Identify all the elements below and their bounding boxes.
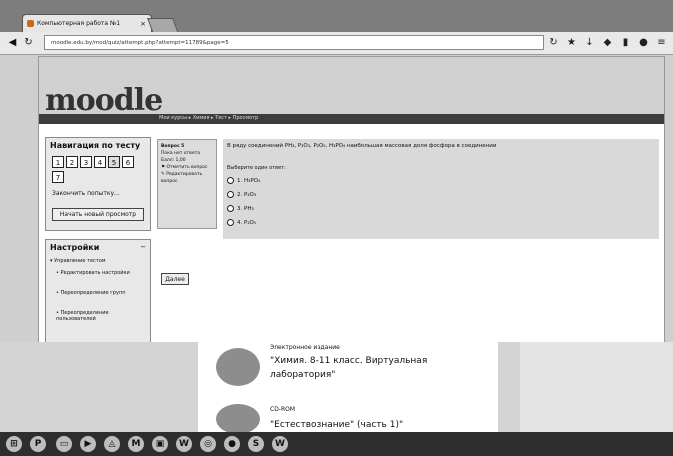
question-nav-4[interactable]: 4: [94, 156, 106, 168]
cd-image: [216, 404, 260, 434]
browser-tabstrip: Компьютерная работа №1 ×: [0, 0, 673, 34]
page-header: moodle Мои курсы ▸ Химия ▸ Тест ▸ Просмо…: [39, 57, 664, 124]
answer-option-2[interactable]: 2. P₂O₃: [227, 191, 256, 198]
answer-option-4[interactable]: 4. P₂O₅: [227, 219, 256, 226]
tab-title: Компьютерная работа №1: [37, 20, 121, 27]
ps-icon[interactable]: P: [30, 436, 46, 452]
word-icon[interactable]: W: [176, 436, 192, 452]
reload-page-icon[interactable]: ↻: [548, 37, 559, 48]
settings-item-group-overrides[interactable]: • Переопределение групп: [56, 290, 146, 296]
question-info: Вопрос 5 Пока нет ответа Балл: 1,00 ⚑ От…: [157, 139, 217, 229]
question-nav-3[interactable]: 3: [80, 156, 92, 168]
question-nav-1[interactable]: 1: [52, 156, 64, 168]
record-icon[interactable]: ●: [224, 436, 240, 452]
book-right-column: [520, 342, 673, 432]
navbar: [39, 114, 664, 124]
bookmark-icon[interactable]: ▮: [620, 37, 631, 48]
next-button[interactable]: Далее: [161, 273, 189, 285]
answer-option-1[interactable]: 1. H₃PO₄: [227, 177, 260, 184]
flag-question-link[interactable]: ⚑ Отметить вопрос: [161, 164, 213, 171]
question-content: В ряду соединений PH₃, P₂O₃, P₂O₅, H₃PO₄…: [223, 139, 659, 239]
skype-icon[interactable]: S: [248, 436, 264, 452]
settings-item-user-overrides[interactable]: • Переопределение пользователей: [56, 310, 146, 322]
radio-icon[interactable]: [227, 219, 234, 226]
question-number: Вопрос 5: [161, 144, 185, 149]
browser-toolbar: ◀ ↻ moodle.edu.by/mod/quiz/attempt.php?a…: [0, 32, 673, 55]
question-status: Пока нет ответа: [161, 151, 200, 156]
star-icon[interactable]: ★: [566, 37, 577, 48]
reload-icon[interactable]: ↻: [22, 36, 35, 49]
item2-title: "Естествознание" (часть 1)": [270, 420, 404, 430]
item2-type: CD-ROM: [270, 406, 296, 413]
settings-title: Настройки: [50, 243, 100, 252]
quiz-navigation-title: Навигация по тесту: [50, 141, 141, 150]
question-nav-5[interactable]: 5: [108, 156, 120, 168]
book-page: Электронное издание "Химия. 8-11 класс. …: [0, 342, 673, 434]
back-arrow-icon[interactable]: ◀: [6, 36, 19, 49]
book-center-column: Электронное издание "Химия. 8-11 класс. …: [198, 342, 498, 434]
answer-prompt: Выберите один ответ:: [227, 165, 286, 171]
item1-type: Электронное издание: [270, 344, 340, 351]
answer-option-3[interactable]: 3. PH₃: [227, 205, 254, 212]
item1-title-line1: "Химия. 8-11 класс. Виртуальная: [270, 356, 428, 366]
question-nav-2[interactable]: 2: [66, 156, 78, 168]
mail-icon[interactable]: M: [128, 436, 144, 452]
moodle-logo: moodle: [45, 83, 163, 118]
settings-block: Настройки − ▾ Управление тестом • Редакт…: [45, 239, 151, 343]
moodle-favicon-icon: [27, 20, 34, 27]
quiz-navigation-block: Навигация по тесту 1 2 3 4 5 6 7 Закончи…: [45, 137, 151, 231]
moodle-page: moodle Мои курсы ▸ Химия ▸ Тест ▸ Просмо…: [38, 56, 665, 344]
question-text: В ряду соединений PH₃, P₂O₃, P₂O₅, H₃PO₄…: [227, 143, 497, 149]
chrome-icon[interactable]: ◎: [200, 436, 216, 452]
explorer-icon[interactable]: ▭: [56, 436, 72, 452]
start-icon[interactable]: ⊞: [6, 436, 22, 452]
start-new-preview-button[interactable]: Начать новый просмотр: [52, 208, 144, 221]
radio-icon[interactable]: [227, 177, 234, 184]
wps-icon[interactable]: W: [272, 436, 288, 452]
question-points: Балл: 1,00: [161, 158, 186, 163]
radio-icon[interactable]: [227, 205, 234, 212]
question-nav-6[interactable]: 6: [122, 156, 134, 168]
menu-icon[interactable]: ≡: [656, 37, 667, 48]
record-icon[interactable]: ●: [638, 37, 649, 48]
download-icon[interactable]: ↓: [584, 37, 595, 48]
radio-icon[interactable]: [227, 191, 234, 198]
browser-tab[interactable]: Компьютерная работа №1 ×: [22, 14, 152, 32]
edit-question-link[interactable]: ✎ Редактировать вопрос: [161, 171, 213, 185]
breadcrumb: Мои курсы ▸ Химия ▸ Тест ▸ Просмотр: [159, 115, 259, 121]
settings-item-edit[interactable]: • Редактировать настройки: [56, 270, 146, 276]
extension-icon[interactable]: ◆: [602, 37, 613, 48]
disc-image: [216, 348, 260, 386]
folder-icon[interactable]: ▣: [152, 436, 168, 452]
app-icon[interactable]: ◬: [104, 436, 120, 452]
address-bar[interactable]: moodle.edu.by/mod/quiz/attempt.php?attem…: [44, 35, 544, 50]
media-icon[interactable]: ▶: [80, 436, 96, 452]
collapse-icon[interactable]: −: [140, 243, 146, 251]
taskbar: ⊞ P ▭ ▶ ◬ M ▣ W ◎ ● S W: [0, 432, 673, 456]
item1-title-line2: лаборатория": [270, 370, 336, 380]
question-nav-7[interactable]: 7: [52, 171, 64, 183]
finish-attempt-link[interactable]: Закончить попытку...: [52, 190, 120, 197]
settings-item-quiz-admin[interactable]: ▾ Управление тестом: [50, 258, 106, 264]
tab-close-icon[interactable]: ×: [140, 15, 146, 32]
